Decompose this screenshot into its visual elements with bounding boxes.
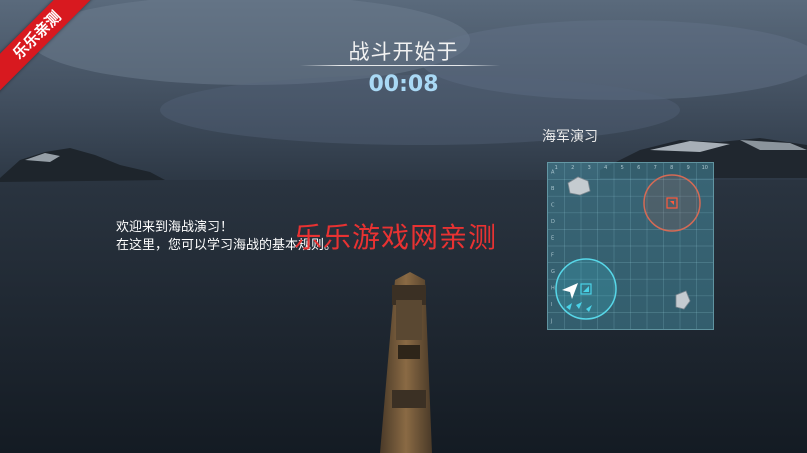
minimap-column-label: 8 bbox=[670, 165, 673, 171]
minimap-column-label: 2 bbox=[571, 165, 574, 171]
minimap-column-label: 9 bbox=[687, 165, 690, 171]
minimap-column-labels: 1 2 3 4 5 6 7 8 9 10 bbox=[555, 165, 708, 171]
minimap-row-label: I bbox=[551, 302, 552, 308]
minimap[interactable]: 1 2 3 4 5 6 7 8 9 10 A B C D E F G H I J bbox=[547, 162, 714, 330]
minimap-row-label: B bbox=[551, 186, 555, 192]
battle-start-title: 战斗开始于 bbox=[348, 40, 459, 64]
title-divider bbox=[300, 65, 500, 66]
minimap-row-label: J bbox=[550, 319, 552, 325]
minimap-column-label: 10 bbox=[702, 165, 708, 171]
minimap-column-label: 7 bbox=[654, 165, 657, 171]
minimap-title: 海军演习 bbox=[542, 129, 598, 145]
minimap-column-label: 3 bbox=[588, 165, 591, 171]
minimap-row-label: G bbox=[551, 269, 555, 275]
minimap-row-label: E bbox=[551, 236, 554, 242]
minimap-row-label: F bbox=[551, 252, 554, 258]
center-watermark: 乐乐游戏网亲测 bbox=[294, 221, 498, 254]
minimap-row-label: C bbox=[551, 203, 555, 209]
island-icon-2 bbox=[675, 290, 691, 310]
minimap-column-label: 6 bbox=[637, 165, 640, 171]
minimap-column-label: 1 bbox=[555, 165, 558, 171]
minimap-row-label: H bbox=[551, 286, 555, 292]
minimap-column-label: 4 bbox=[604, 165, 607, 171]
minimap-column-label: 5 bbox=[621, 165, 624, 171]
minimap-row-labels: A B C D E F G H I J bbox=[550, 169, 555, 324]
minimap-row-label: D bbox=[551, 219, 555, 225]
minimap-row-label: A bbox=[551, 169, 555, 175]
countdown-timer: 00:08 bbox=[368, 72, 439, 97]
